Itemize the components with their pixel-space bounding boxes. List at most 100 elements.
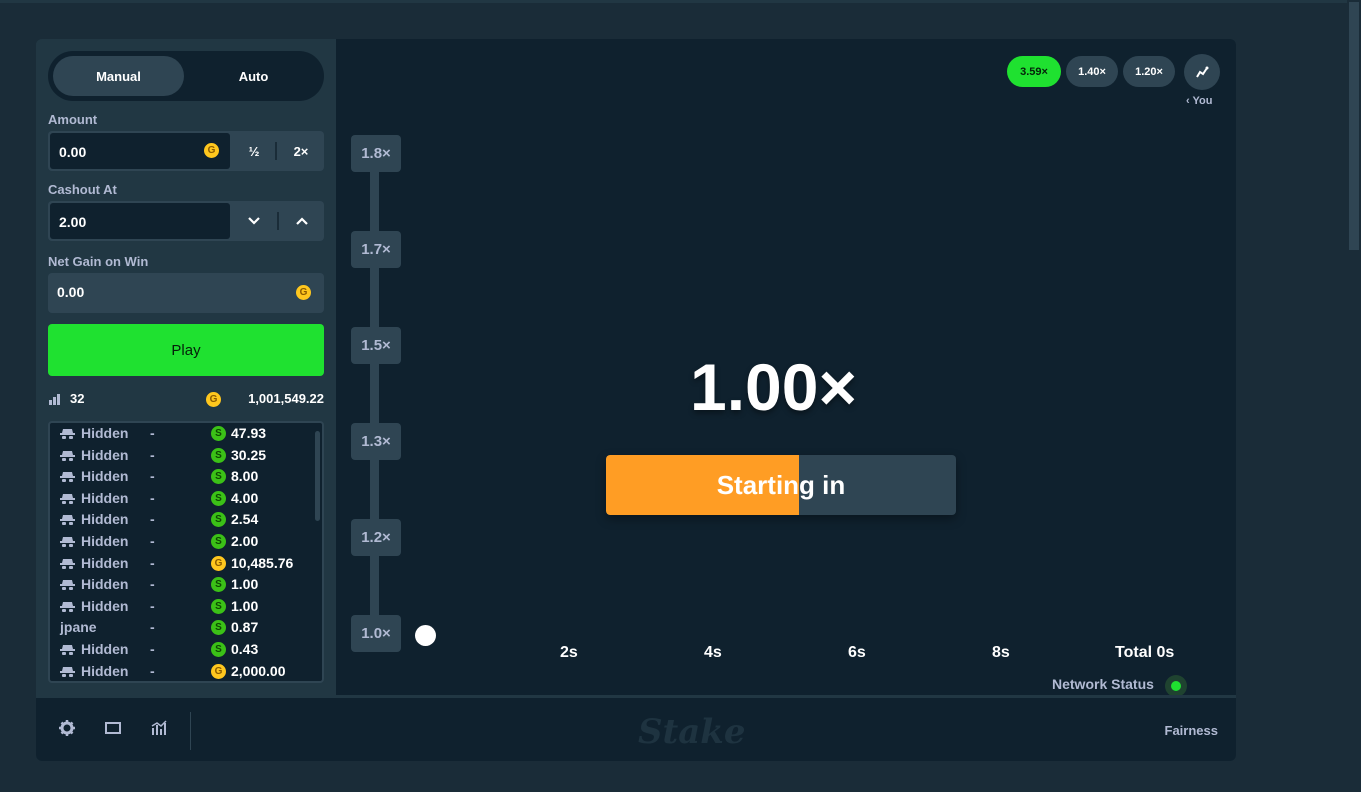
player-row: Hidden - S 4.00 [50, 488, 310, 508]
footer-divider [190, 712, 191, 750]
sweeps-coin-icon: S [211, 469, 226, 485]
player-bet-amount: 10,485.76 [231, 554, 294, 571]
chevron-down-icon [248, 217, 260, 225]
player-cashout: - [150, 597, 155, 614]
cashout-input[interactable]: 2.00 [50, 203, 230, 239]
player-bet-amount: 4.00 [231, 489, 259, 506]
cashout-field: 2.00 [48, 201, 324, 241]
gold-coin-icon: G [296, 285, 311, 300]
sweeps-coin-icon: S [211, 512, 226, 528]
player-cashout: - [150, 662, 155, 679]
player-cashout: - [150, 576, 155, 593]
player-name: Hidden [81, 662, 129, 679]
sweeps-coin-icon: S [211, 620, 226, 636]
player-bet-amount: 2,000.00 [231, 662, 286, 679]
player-name: Hidden [81, 554, 129, 571]
player-row: jpane - S 0.87 [50, 617, 310, 637]
player-cashout: - [150, 511, 155, 528]
stats-icon[interactable] [150, 719, 168, 737]
hidden-user-icon [60, 493, 75, 504]
player-bet-amount: 2.00 [231, 533, 259, 549]
amount-label: Amount [48, 112, 98, 127]
history-multiplier[interactable]: 1.40× [1066, 56, 1118, 87]
sweeps-coin-icon: S [211, 490, 226, 506]
top-border [0, 0, 1361, 3]
x-axis-label: 4s [704, 644, 722, 661]
half-amount-button[interactable]: ½ [232, 131, 276, 171]
player-bet-amount: 47.93 [231, 425, 267, 441]
double-amount-button[interactable]: 2× [278, 131, 324, 171]
you-label: You [1192, 95, 1213, 107]
y-axis-label: 1.5× [351, 327, 401, 364]
player-cashout: - [150, 533, 155, 549]
player-name: Hidden [81, 511, 129, 528]
player-row: Hidden - S 1.00 [50, 596, 310, 616]
bet-sidebar: Manual Auto Amount 0.00 G ½ 2× Cashout A… [36, 39, 336, 695]
mode-tabs: Manual Auto [48, 51, 324, 101]
player-row: Hidden - S 2.00 [50, 531, 310, 551]
amount-field: 0.00 G ½ 2× [48, 131, 324, 171]
rocket-position-dot [415, 625, 436, 646]
hidden-user-icon [60, 450, 75, 461]
tab-manual[interactable]: Manual [53, 56, 184, 96]
hidden-user-icon [60, 666, 75, 677]
netgain-field: 0.00 G [48, 273, 324, 313]
player-bet-amount: 8.00 [231, 468, 259, 485]
player-cashout: - [150, 468, 155, 485]
hidden-user-icon [60, 558, 75, 569]
player-cashout: - [150, 554, 155, 571]
sweeps-coin-icon: S [211, 426, 226, 441]
player-name: Hidden [81, 446, 129, 463]
cashout-increase-button[interactable] [280, 201, 324, 241]
history-multiplier[interactable]: 1.20× [1123, 56, 1175, 87]
trend-icon [1196, 66, 1209, 78]
theatre-mode-icon[interactable] [104, 719, 122, 737]
gold-coin-icon: G [206, 392, 221, 407]
players-scrollbar[interactable] [315, 431, 320, 521]
y-axis-label: 1.3× [351, 423, 401, 460]
player-row: Hidden - S 2.54 [50, 509, 310, 529]
player-bet-amount: 0.87 [231, 619, 259, 636]
countdown-text: Starting in [716, 469, 846, 500]
player-name: Hidden [81, 641, 129, 657]
page-scrollbar-thumb[interactable] [1349, 2, 1359, 250]
amount-input[interactable]: 0.00 G [50, 133, 230, 169]
player-bet-amount: 0.43 [231, 641, 259, 657]
total-bet: 1,001,549.22 [248, 391, 324, 406]
tab-auto[interactable]: Auto [188, 56, 319, 96]
hidden-user-icon [60, 645, 75, 655]
game-area: 3.59× 1.40× 1.20× ‹ You 1.8× 1.7× 1.5× 1… [336, 39, 1236, 697]
gold-coin-icon: G [211, 663, 226, 679]
hidden-user-icon [60, 515, 75, 526]
you-toggle[interactable]: ‹ You [1186, 95, 1213, 107]
player-name[interactable]: jpane [60, 619, 97, 635]
player-row: Hidden - S 8.00 [50, 466, 310, 486]
y-axis-label: 1.7× [351, 231, 401, 268]
player-cashout: - [150, 425, 155, 441]
amount-value: 0.00 [59, 144, 87, 160]
player-bet-amount: 2.54 [231, 511, 259, 528]
player-name: Hidden [81, 489, 129, 506]
player-cashout: - [150, 446, 155, 463]
players-list[interactable]: Hidden - S 47.93 Hidden - S 30.25 Hidden - S 8.00 Hi… [48, 421, 324, 683]
hidden-user-icon [60, 537, 75, 547]
history-multiplier[interactable]: 3.59× [1007, 56, 1061, 87]
player-name: Hidden [81, 597, 129, 614]
fairness-link[interactable]: Fairness [1165, 723, 1218, 738]
crash-game-app: Manual Auto Amount 0.00 G ½ 2× Cashout A… [36, 39, 1236, 761]
player-row: Hidden - S 47.93 [50, 423, 310, 443]
chevron-up-icon [296, 217, 308, 225]
stats-chart-button[interactable] [1184, 54, 1220, 90]
game-footer: Stake Fairness [36, 695, 1236, 761]
cashout-value: 2.00 [59, 214, 87, 230]
network-status-indicator[interactable] [1165, 675, 1187, 697]
divider [275, 142, 277, 160]
sweeps-coin-icon: S [211, 642, 226, 657]
play-button[interactable]: Play [48, 324, 324, 376]
cashout-decrease-button[interactable] [232, 201, 276, 241]
stake-logo: Stake [638, 712, 746, 752]
divider [277, 212, 279, 230]
gear-icon[interactable] [58, 719, 76, 737]
player-bet-amount: 1.00 [231, 576, 259, 593]
player-name: Hidden [81, 576, 129, 593]
